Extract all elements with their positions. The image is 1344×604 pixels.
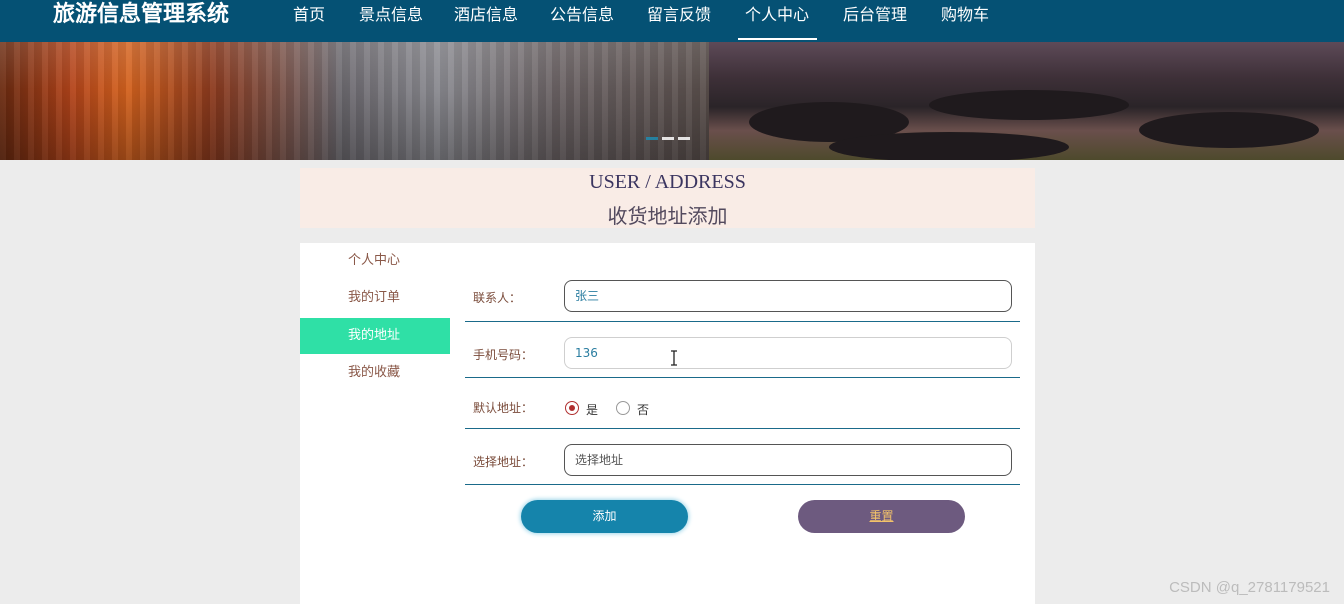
add-button[interactable]: 添加 [521, 500, 688, 533]
text-cursor-icon [671, 350, 677, 366]
phone-input[interactable]: 136 [564, 337, 1012, 369]
default-no-label[interactable]: 否 [637, 401, 649, 418]
carousel-dot[interactable] [662, 137, 674, 140]
sidebar-item-orders[interactable]: 我的订单 [300, 280, 450, 316]
banner-carousel[interactable] [0, 42, 1344, 160]
reset-button[interactable]: 重置 [798, 500, 965, 533]
watermark: CSDN @q_2781179521 [1169, 579, 1330, 596]
nav-admin[interactable]: 后台管理 [843, 0, 907, 32]
page-title-box: USER / ADDRESS 收货地址添加 [300, 168, 1035, 228]
carousel-dot[interactable] [678, 137, 690, 140]
row-divider [465, 377, 1020, 378]
contact-label: 联系人： [473, 291, 522, 305]
row-divider [465, 484, 1020, 485]
default-no-radio[interactable] [616, 401, 630, 415]
page-title-en: USER / ADDRESS [589, 171, 746, 193]
default-yes-radio[interactable] [565, 401, 579, 415]
row-divider [465, 321, 1020, 322]
banner-image-coast [709, 42, 1344, 160]
sidebar-item-addresses[interactable]: 我的地址 [300, 318, 450, 354]
nav-cart[interactable]: 购物车 [941, 0, 989, 32]
contact-input[interactable]: 张三 [564, 280, 1012, 312]
top-navbar: 旅游信息管理系统 首页 景点信息 酒店信息 公告信息 留言反馈 个人中心 后台管… [0, 0, 1344, 42]
default-address-label: 默认地址： [473, 401, 534, 415]
carousel-dot[interactable] [646, 137, 658, 140]
row-divider [465, 428, 1020, 429]
nav-feedback[interactable]: 留言反馈 [647, 0, 711, 32]
nav-attractions[interactable]: 景点信息 [359, 0, 423, 32]
default-yes-label[interactable]: 是 [586, 401, 598, 418]
page-title-cn: 收货地址添加 [607, 204, 728, 228]
site-brand[interactable]: 旅游信息管理系统 [53, 0, 229, 32]
address-label: 选择地址： [473, 455, 534, 469]
banner-image-city [0, 42, 709, 160]
nav-home[interactable]: 首页 [293, 0, 325, 32]
content-panel: 个人中心 我的订单 我的地址 我的收藏 联系人： 张三 手机号码： 136 默认… [300, 243, 1035, 604]
phone-label: 手机号码： [473, 348, 534, 362]
nav-hotels[interactable]: 酒店信息 [454, 0, 518, 32]
nav-announcements[interactable]: 公告信息 [550, 0, 614, 32]
sidebar-item-personal-center[interactable]: 个人中心 [300, 243, 450, 279]
nav-personal-center[interactable]: 个人中心 [737, 0, 818, 40]
address-select[interactable]: 选择地址 [564, 444, 1012, 476]
sidebar-item-favorites[interactable]: 我的收藏 [300, 355, 450, 391]
